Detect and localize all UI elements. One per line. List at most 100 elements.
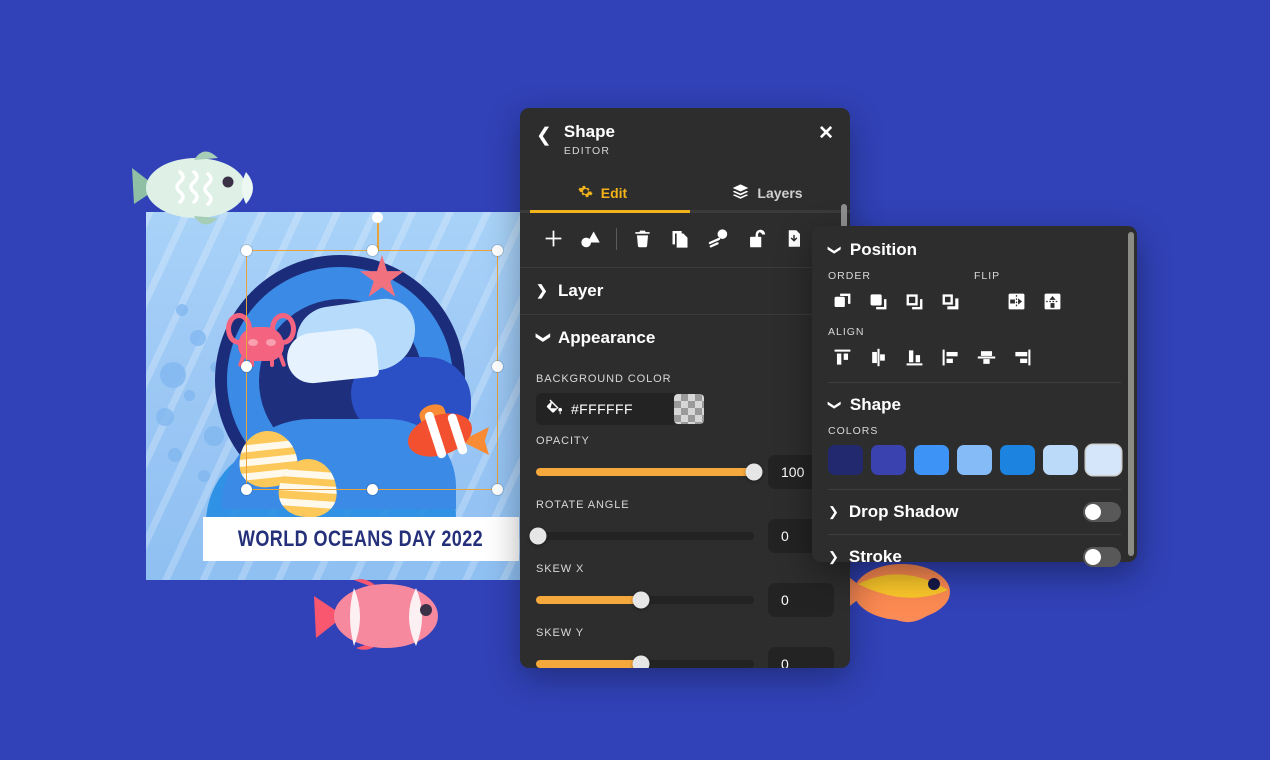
align-right-icon[interactable] — [1004, 342, 1040, 372]
shape-panel-header: ❮ Shape EDITOR ✕ — [520, 108, 850, 165]
shape-toolbar — [520, 213, 850, 267]
section-position-label: Position — [849, 240, 917, 259]
align-label: ALIGN — [828, 326, 865, 338]
duplicate-icon[interactable] — [661, 225, 699, 253]
color-swatch[interactable] — [914, 445, 949, 475]
align-bottom-icon[interactable] — [896, 342, 932, 372]
tab-layers[interactable]: Layers — [685, 175, 850, 213]
canvas-banner: WORLD OCEANS DAY 2022 — [203, 517, 519, 561]
selection-rotate-handle[interactable] — [372, 212, 383, 223]
flip-label: FLIP — [974, 270, 1001, 282]
align-left-icon[interactable] — [932, 342, 968, 372]
section-shape-label: Shape — [849, 395, 901, 414]
panel-subtitle: EDITOR — [563, 144, 610, 157]
section-drop-shadow-label: Drop Shadow — [848, 502, 959, 521]
tab-layers-label: Layers — [757, 184, 803, 201]
section-layer[interactable]: ❯ Layer — [520, 266, 850, 314]
panel-title: Shape — [563, 122, 615, 141]
download-file-icon[interactable] — [775, 225, 813, 253]
send-backward-icon[interactable] — [896, 286, 932, 316]
section-shape[interactable]: ❮ Shape — [812, 383, 1137, 419]
skew-x-label: SKEW X — [536, 562, 585, 575]
chevron-right-icon: ❯ — [828, 549, 839, 564]
chevron-right-icon: ❯ — [828, 504, 839, 519]
bring-forward-icon[interactable] — [860, 286, 896, 316]
appearance-body: BACKGROUND COLOR #FFFFFF OPACITY 100 ROT… — [520, 361, 850, 668]
color-swatch[interactable] — [1043, 445, 1078, 475]
stroke-toggle[interactable] — [1083, 547, 1121, 567]
skew-y-slider-row: 0 — [536, 646, 834, 668]
shape-editor-panel: ❮ Shape EDITOR ✕ Edit Layers ❯ Layer ❮ A… — [520, 108, 850, 668]
clownfish-icon — [401, 401, 489, 465]
transparency-swatch[interactable] — [674, 393, 704, 424]
paint-bucket-icon — [546, 398, 563, 420]
order-label: ORDER — [828, 270, 871, 282]
tab-edit[interactable]: Edit — [520, 175, 685, 213]
skew-y-label: SKEW Y — [536, 626, 584, 639]
order-flip-buttons — [812, 282, 1137, 316]
rotate-angle-slider-row: 0 — [529, 518, 834, 553]
green-fish-icon — [132, 151, 253, 225]
close-icon[interactable]: ✕ — [818, 124, 834, 143]
design-canvas[interactable]: WORLD OCEANS DAY 2022 — [146, 212, 524, 580]
opacity-label: OPACITY — [536, 434, 590, 447]
color-swatch[interactable] — [871, 445, 906, 475]
chevron-down-icon: ❮ — [533, 331, 550, 344]
flip-vertical-icon[interactable] — [1034, 286, 1070, 316]
skew-x-slider-row: 0 — [536, 582, 834, 617]
gear-icon — [578, 184, 593, 202]
section-appearance[interactable]: ❮ Appearance — [520, 313, 850, 361]
app-stage: WORLD OCEANS DAY 2022 ❮ Shape EDITOR ✕ E… — [0, 0, 1270, 760]
tab-edit-label: Edit — [600, 184, 628, 201]
align-top-icon[interactable] — [824, 342, 860, 372]
section-stroke-label: Stroke — [848, 547, 902, 566]
send-to-back-icon[interactable] — [932, 286, 968, 316]
skew-y-value[interactable]: 0 — [768, 646, 834, 668]
chevron-down-icon: ❮ — [825, 244, 841, 256]
panel-tabs: Edit Layers — [520, 175, 850, 213]
color-swatch[interactable] — [957, 445, 992, 475]
opacity-slider-row: 100 — [536, 454, 834, 489]
align-center-vertical-icon[interactable] — [860, 342, 896, 372]
tab-underline — [520, 210, 850, 213]
section-appearance-label: Appearance — [558, 327, 656, 347]
shapes-icon[interactable] — [572, 225, 610, 253]
banner-text: WORLD OCEANS DAY 2022 — [238, 526, 484, 551]
color-swatch[interactable] — [1086, 445, 1121, 475]
align-center-horizontal-icon[interactable] — [968, 342, 1004, 372]
section-stroke[interactable]: ❯ Stroke — [812, 535, 1137, 579]
layers-icon — [732, 183, 749, 202]
chevron-left-icon[interactable]: ❮ — [536, 126, 552, 145]
crab-icon — [226, 309, 296, 371]
skew-x-value[interactable]: 0 — [768, 582, 834, 617]
color-swatches — [812, 445, 1137, 475]
background-color-label: BACKGROUND COLOR — [536, 372, 672, 385]
skew-x-slider[interactable] — [536, 591, 754, 609]
drop-shadow-toggle[interactable] — [1083, 502, 1121, 522]
trash-icon[interactable] — [623, 225, 661, 253]
skew-y-slider[interactable] — [536, 655, 754, 668]
colors-label: COLORS — [828, 425, 879, 437]
section-position[interactable]: ❮ Position — [812, 226, 1137, 264]
ocean-illustration — [201, 247, 489, 523]
chevron-down-icon: ❮ — [825, 399, 841, 411]
background-color-field[interactable]: #FFFFFF — [536, 392, 704, 425]
unlock-icon[interactable] — [737, 225, 775, 253]
color-swatch[interactable] — [1000, 445, 1035, 475]
section-drop-shadow[interactable]: ❯ Drop Shadow — [812, 490, 1137, 534]
section-layer-label: Layer — [558, 280, 604, 300]
bring-to-front-icon[interactable] — [824, 286, 860, 316]
color-swatch[interactable] — [828, 445, 863, 475]
rotate-angle-label: ROTATE ANGLE — [536, 498, 630, 511]
position-panel-scrollbar[interactable] — [1128, 232, 1134, 556]
flip-horizontal-icon[interactable] — [998, 286, 1034, 316]
position-panel: ❮ Position ORDER FLIP ALIGN ❮ Shape COLO… — [812, 226, 1137, 567]
chevron-right-icon: ❯ — [536, 282, 548, 299]
eyedropper-icon[interactable] — [699, 225, 737, 253]
background-color-value: #FFFFFF — [571, 400, 633, 417]
rotate-angle-slider[interactable] — [529, 527, 754, 545]
align-buttons — [812, 338, 1137, 372]
add-icon[interactable] — [534, 225, 572, 253]
toolbar-divider — [616, 227, 617, 250]
opacity-slider[interactable] — [536, 463, 763, 481]
